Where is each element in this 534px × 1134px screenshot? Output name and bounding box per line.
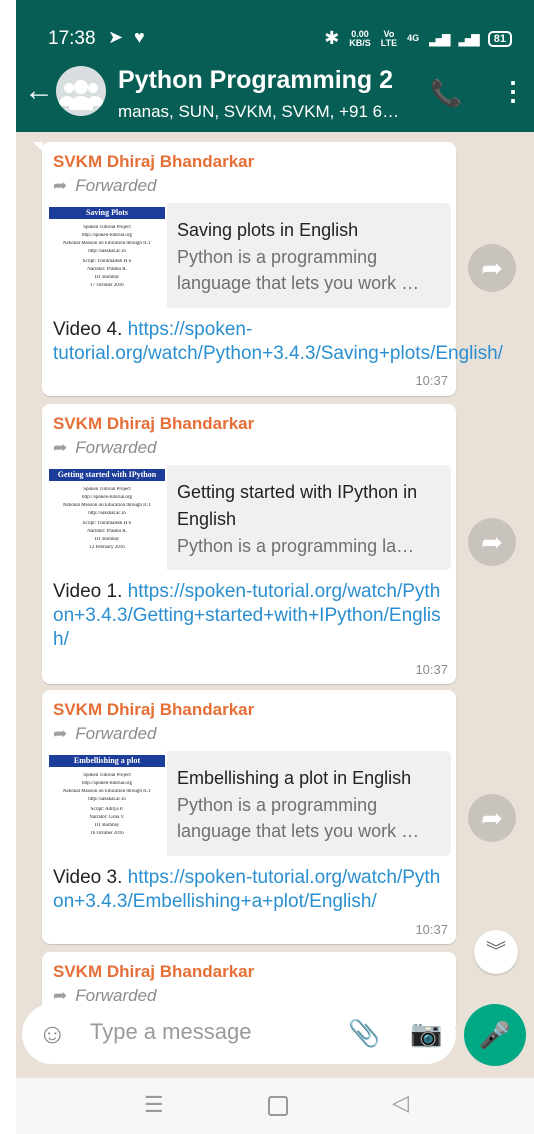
thumbnail-line: National Mission on Education through IC… [62, 789, 152, 794]
thumbnail-line: 12 February 2016 [89, 545, 125, 550]
thumbnail-line: National Mission on Education through IC… [62, 503, 152, 508]
home-icon[interactable] [268, 1096, 288, 1116]
chat-title[interactable]: Python Programming 2 [118, 66, 393, 95]
preview-title: Embellishing a plot in English [177, 768, 412, 788]
preview-description: Python is a programming language that le… [177, 247, 420, 293]
system-navigation-bar: ☰ ◁ [16, 1078, 534, 1134]
thumbnail-line: Spoken Tutorial Project [83, 487, 131, 492]
thumbnail-line: Script: Aditya P. [90, 807, 124, 812]
forward-icon: ➦ [53, 438, 68, 457]
thumbnail-line: Spoken Tutorial Project [83, 225, 131, 230]
message-text: Video 1. https://spoken-tutorial.org/wat… [53, 581, 441, 650]
forward-icon: ➦ [53, 986, 68, 1005]
thumbnail-banner: Embellishing a plot [49, 755, 165, 767]
forward-icon[interactable]: ➦ [468, 244, 516, 292]
link-preview[interactable]: Saving Plots Spoken Tutorial Project htt… [47, 203, 451, 308]
thumbnail-line: IIT Bombay [94, 275, 120, 280]
app-bar: 17:38 ➤ ♥ ✱ 0.00 KB/S Vo LTE 4G ▂▄▆ ▂▄▆ 81… [16, 0, 534, 132]
thumbnail-line: Narrator: Usha V. [89, 815, 125, 820]
message-composer: ☺ 📎 📷 [22, 1004, 456, 1064]
thumbnail-line: Script: Thirumalesh H S [82, 521, 132, 526]
camera-icon[interactable]: 📷 [410, 1018, 442, 1049]
message-time: 10:37 [415, 662, 448, 677]
message-bubble[interactable]: SVKM Dhiraj Bhandarkar ➦ Forwarded Embell… [42, 690, 456, 944]
thumbnail-line: http://spoken-tutorial.org [81, 781, 133, 786]
heart-icon: ♥ [134, 27, 145, 47]
message-input[interactable] [88, 1018, 332, 1046]
forward-icon: ➦ [53, 176, 68, 195]
status-bar: 17:38 ➤ ♥ ✱ 0.00 KB/S Vo LTE 4G ▂▄▆ ▂▄▆ 81 [16, 0, 534, 52]
battery-indicator: 81 [487, 30, 512, 47]
preview-title: Getting started with IPython in English [177, 482, 418, 529]
network-type: 4G [407, 33, 420, 43]
preview-thumbnail: Embellishing a plot Spoken Tutorial Proj… [47, 751, 167, 856]
thumbnail-line: Script: Thirumalesh H S [82, 259, 132, 264]
paperclip-icon[interactable]: 📎 [348, 1018, 380, 1049]
thumbnail-line: Spoken Tutorial Project [83, 773, 131, 778]
arrow-left-icon[interactable]: ← [24, 76, 54, 106]
thumbnail-line: IIT Bombay [94, 823, 120, 828]
system-icons: ✱ 0.00 KB/S Vo LTE 4G ▂▄▆ ▂▄▆ 81 [324, 28, 512, 49]
add-call-icon[interactable]: 📞 [430, 78, 462, 109]
link-preview[interactable]: Getting started with IPython Spoken Tuto… [47, 465, 451, 570]
message-sender[interactable]: SVKM Dhiraj Bhandarkar [53, 700, 254, 720]
preview-thumbnail: Saving Plots Spoken Tutorial Project htt… [47, 203, 167, 308]
chat-header: ← Python Programming 2 manas, SUN, SVKM,… [16, 52, 534, 132]
thumbnail-line: 17 October 2016 [90, 283, 124, 288]
message-text: Video 3. https://spoken-tutorial.org/wat… [53, 867, 441, 912]
back-triangle-icon[interactable]: ◁ [392, 1090, 409, 1116]
thumbnail-line: 16 October 2016 [90, 831, 124, 836]
phone-screen: 17:38 ➤ ♥ ✱ 0.00 KB/S Vo LTE 4G ▂▄▆ ▂▄▆ 81… [16, 0, 534, 1134]
menu-icon[interactable]: ☰ [144, 1092, 164, 1118]
signal-icon: ▂▄▆ [429, 30, 450, 47]
thumbnail-line: http://spoken-tutorial.org [81, 495, 133, 500]
more-vertical-icon[interactable]: ⋮ [500, 76, 526, 107]
message-sender[interactable]: SVKM Dhiraj Bhandarkar [53, 414, 254, 434]
thumbnail-banner: Saving Plots [49, 207, 165, 219]
group-avatar-icon[interactable] [56, 66, 106, 116]
thumbnail-line: http://spoken-tutorial.org [81, 233, 133, 238]
thumbnail-line: IIT Bombay [94, 537, 120, 542]
thumbnail-line: http://sakshat.ac.in [88, 249, 126, 254]
thumbnail-banner: Getting started with IPython [49, 469, 165, 481]
volte-indicator: Vo LTE [380, 28, 398, 48]
forwarded-label: ➦ Forwarded [53, 986, 157, 1005]
thumbnail-line: National Mission on Education through IC… [62, 241, 152, 246]
message-bubble[interactable]: SVKM Dhiraj Bhandarkar ➦ Forwarded Gettin… [42, 404, 456, 684]
thumbnail-line: http://sakshat.ac.in [88, 511, 126, 516]
message-sender[interactable]: SVKM Dhiraj Bhandarkar [53, 962, 254, 982]
preview-title: Saving plots in English [177, 220, 359, 240]
preview-thumbnail: Getting started with IPython Spoken Tuto… [47, 465, 167, 570]
forward-icon[interactable]: ➦ [468, 518, 516, 566]
forwarded-label: ➦ Forwarded [53, 438, 157, 457]
thumbnail-line: http://sakshat.ac.in [88, 797, 126, 802]
message-text: Video 4. https://spoken-tutorial.org/wat… [53, 319, 503, 364]
thumbnail-line: Narrator: Prabhu R. [87, 529, 127, 534]
double-chevron-down-icon[interactable]: ︾ [474, 930, 518, 974]
microphone-icon[interactable]: 🎤 [464, 1004, 526, 1066]
message-sender[interactable]: SVKM Dhiraj Bhandarkar [53, 152, 254, 172]
forward-icon: ➦ [53, 724, 68, 743]
thumbnail-line: Narrator: Prabhu R. [87, 267, 127, 272]
preview-description: Python is a programming la… [177, 536, 415, 556]
bluetooth-icon: ✱ [324, 28, 340, 48]
message-time: 10:37 [415, 922, 448, 937]
message-time: 10:37 [415, 373, 448, 388]
chat-members[interactable]: manas, SUN, SVKM, SVKM, +91 6… [118, 102, 423, 122]
forward-icon[interactable]: ➦ [468, 794, 516, 842]
link-preview[interactable]: Embellishing a plot Spoken Tutorial Proj… [47, 751, 451, 856]
preview-description: Python is a programming language that le… [177, 795, 420, 841]
status-time: 17:38 [48, 28, 96, 49]
forwarded-label: ➦ Forwarded [53, 724, 157, 743]
message-bubble[interactable]: SVKM Dhiraj Bhandarkar ➦ Forwarded Saving… [33, 142, 503, 396]
navigation-icon: ➤ [108, 27, 124, 47]
forwarded-label: ➦ Forwarded [53, 176, 157, 195]
net-speed: 0.00 KB/S [349, 28, 371, 48]
emoji-icon[interactable]: ☺ [38, 1018, 67, 1050]
signal-icon-2: ▂▄▆ [458, 30, 479, 47]
